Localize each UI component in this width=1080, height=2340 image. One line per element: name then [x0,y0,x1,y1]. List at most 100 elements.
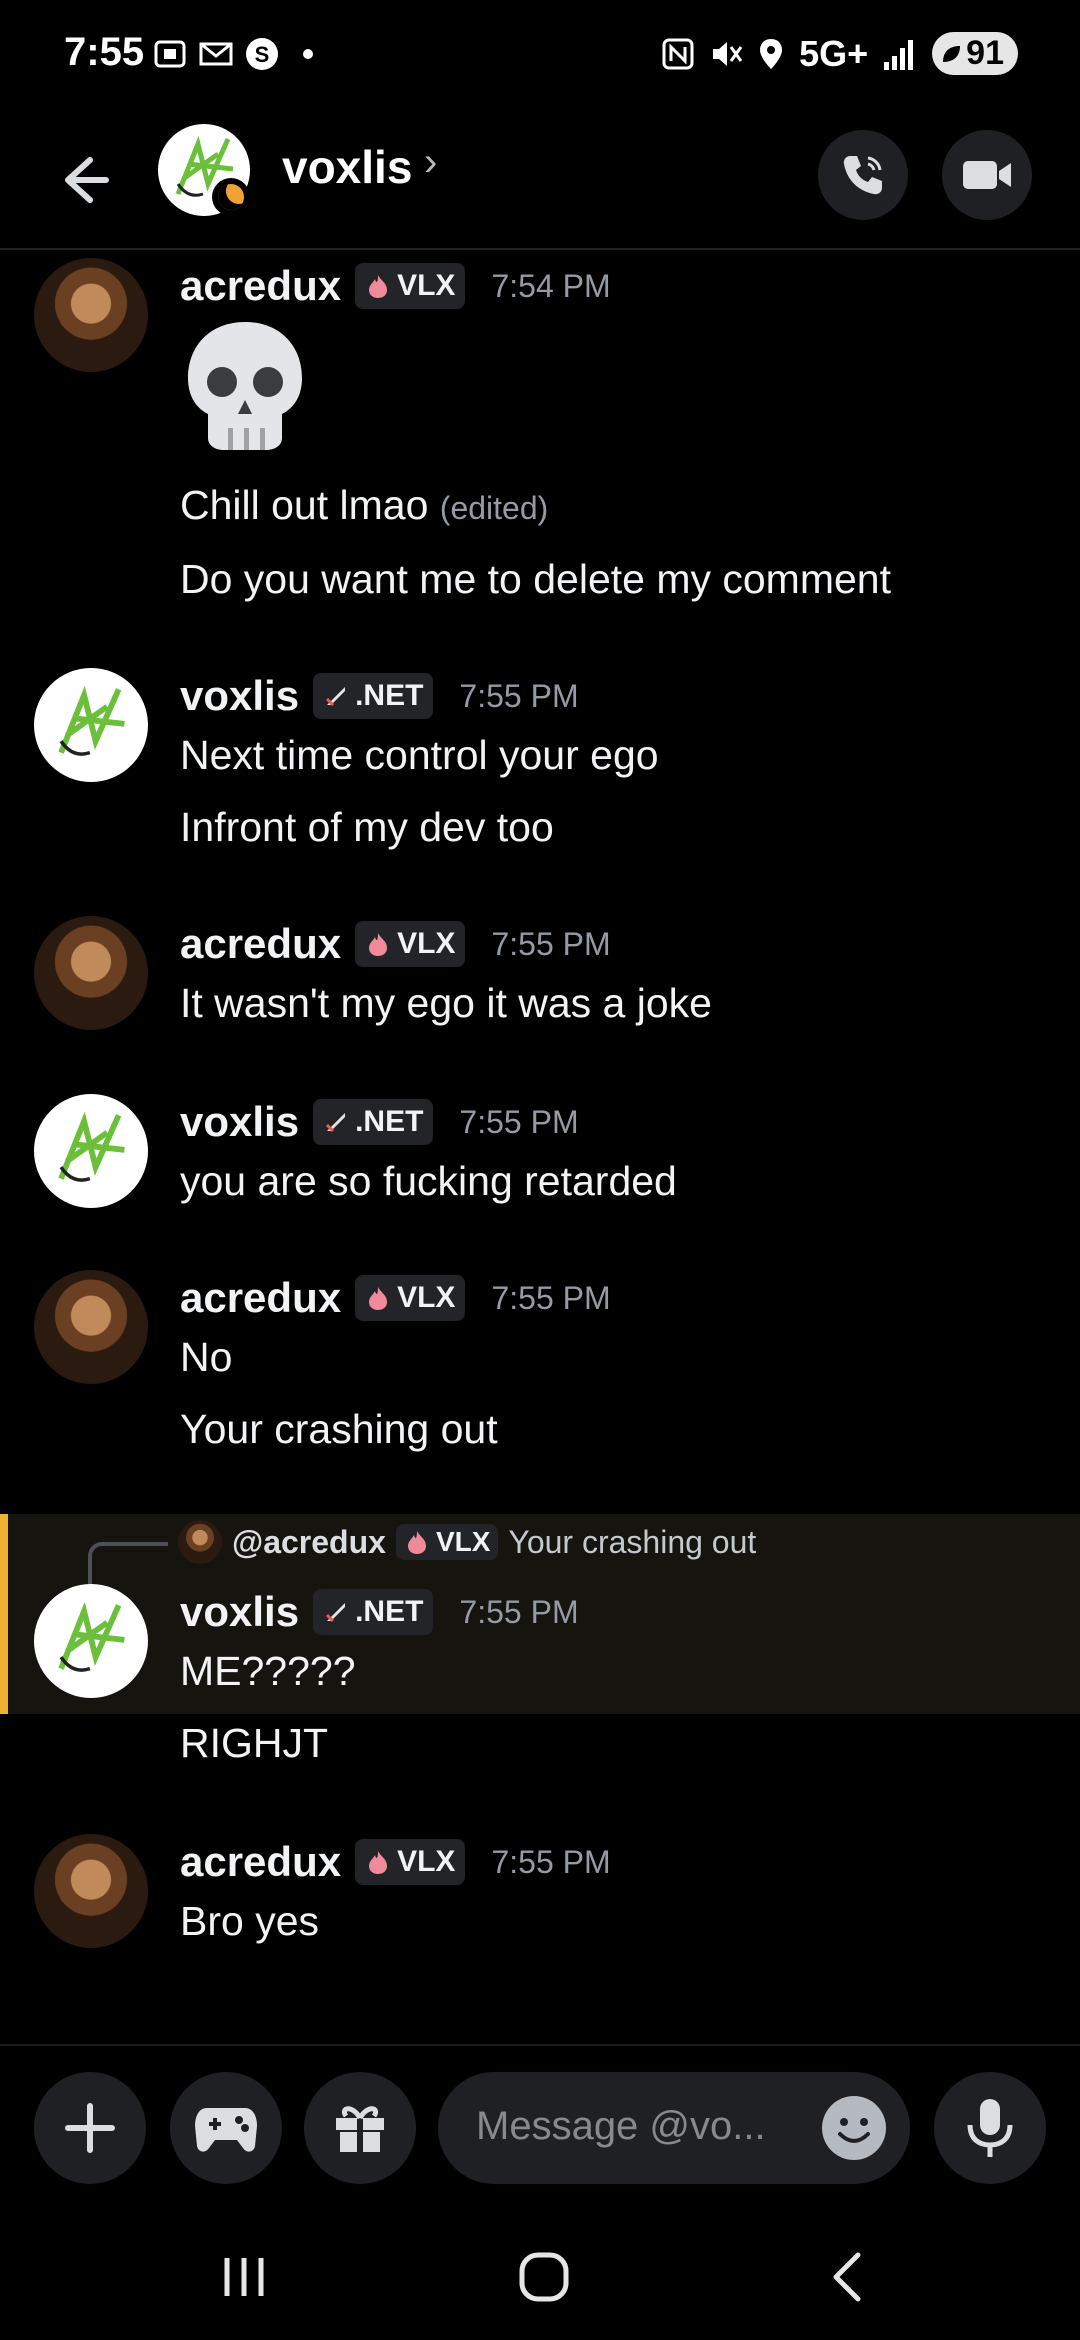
microphone-icon [967,2099,1013,2157]
leaf-icon [943,45,961,62]
voxlis-avatar-art [58,685,125,756]
nfc-icon [662,38,694,69]
nav-back-icon [833,2252,861,2302]
username[interactable]: acredux [180,262,341,310]
status-bar: 7:55 S 5G+ 91 [0,0,1080,116]
timestamp: 7:55 PM [491,1279,611,1316]
video-call-button[interactable] [942,130,1032,220]
tag-label: .NET [355,1105,424,1138]
acredux-avatar[interactable] [34,916,148,1030]
activities-button[interactable] [170,2072,282,2184]
username[interactable]: voxlis [180,672,299,720]
voxlis-avatar[interactable] [34,668,148,782]
tag-label: VLX [435,1526,491,1557]
tag-label: VLX [397,927,456,960]
timestamp: 7:54 PM [491,267,611,304]
signal-icon [884,39,914,70]
attach-button[interactable] [34,2072,146,2184]
message-line: Chill out lmao [180,482,429,528]
tag-label: VLX [397,1281,456,1314]
gift-icon [336,2106,384,2152]
idle-status-icon [212,178,250,216]
voxlis-avatar[interactable] [34,1094,148,1208]
home-icon [519,2252,569,2302]
timestamp: 7:55 PM [459,1103,579,1140]
voice-message-button[interactable] [934,2072,1046,2184]
message-text: Do you want me to delete my comment [180,556,891,602]
s-app-icon: S [246,38,278,70]
voxlis-avatar[interactable] [34,1584,148,1698]
server-tag[interactable]: VLX [355,1839,466,1885]
contact-name[interactable]: voxlis [282,140,412,194]
sword-icon [326,687,346,707]
message-input[interactable]: Message @vo... [438,2072,910,2184]
chat-header: voxlis › [0,116,1080,250]
gift-button[interactable] [304,2072,416,2184]
svg-text:S: S [255,42,270,67]
message-text: Your crashing out [180,1406,498,1452]
username[interactable]: acredux [180,1838,341,1886]
back-arrow-icon[interactable] [50,148,114,212]
tag-label: VLX [397,1845,456,1878]
home-button[interactable] [504,2244,584,2310]
message-list[interactable]: acredux VLX 7:54 PM Chill out lmao (edit… [0,250,1080,2040]
edited-label: (edited) [439,490,549,526]
back-button[interactable] [808,2244,888,2310]
tag-label: .NET [355,679,424,712]
flame-icon [369,1851,388,1874]
message-header: acredux VLX 7:55 PM [180,1274,611,1322]
server-tag[interactable]: VLX [355,263,466,309]
timestamp: 7:55 PM [491,925,611,962]
location-icon [760,38,783,69]
flame-icon [369,933,388,956]
server-tag[interactable]: VLX [355,921,466,967]
gamepad-icon [195,2108,257,2152]
username[interactable]: voxlis [180,1588,299,1636]
timestamp: 7:55 PM [491,1843,611,1880]
acredux-avatar[interactable] [34,1270,148,1384]
video-camera-icon [963,161,1011,189]
message-header: acredux VLX 7:54 PM [180,262,611,310]
server-tag[interactable]: VLX [355,1275,466,1321]
chevron-right-icon[interactable]: › [424,140,437,185]
username[interactable]: voxlis [180,1098,299,1146]
message-header: voxlis .NET 7:55 PM [180,672,579,720]
battery-level: 91 [966,34,1004,72]
message-text: Chill out lmao (edited) [180,482,548,529]
recents-icon [224,2258,264,2296]
battery-indicator: 91 [932,32,1018,75]
reply-username: @acredux [232,1523,386,1560]
recent-apps-button[interactable] [204,2244,284,2310]
timestamp: 7:55 PM [459,677,579,714]
status-time: 7:55 [64,30,145,74]
message-composer: Message @vo... [0,2044,1080,2216]
server-tag[interactable]: .NET [313,1589,434,1635]
message-text: RIGHJT [180,1720,329,1766]
server-tag[interactable]: .NET [313,1099,434,1145]
message-header: acredux VLX 7:55 PM [180,1838,611,1886]
acredux-avatar[interactable] [34,258,148,372]
message-placeholder: Message @vo... [476,2104,766,2148]
sword-icon [326,1113,346,1133]
voice-call-button[interactable] [818,130,908,220]
timestamp: 7:55 PM [459,1593,579,1630]
reply-preview[interactable]: @acredux VLX Your crashing out [178,1520,756,1564]
voxlis-avatar-art [58,1111,125,1182]
dot-icon [303,49,313,59]
reply-text: Your crashing out [508,1523,757,1560]
skull-emoji [188,322,302,450]
phone-icon [843,156,882,195]
acredux-avatar[interactable] [34,1834,148,1948]
message-text: Bro yes [180,1898,319,1944]
username[interactable]: acredux [180,920,341,968]
message-header: voxlis .NET 7:55 PM [180,1588,579,1636]
username[interactable]: acredux [180,1274,341,1322]
network-label: 5G+ [799,32,869,74]
mute-icon [713,41,743,66]
server-tag[interactable]: .NET [313,673,434,719]
emoji-button[interactable] [822,2096,886,2160]
message-text: ME????? [180,1648,356,1694]
sword-icon [326,1603,346,1623]
message-text: It wasn't my ego it was a joke [180,980,712,1026]
message-text: Next time control your ego [180,732,659,778]
